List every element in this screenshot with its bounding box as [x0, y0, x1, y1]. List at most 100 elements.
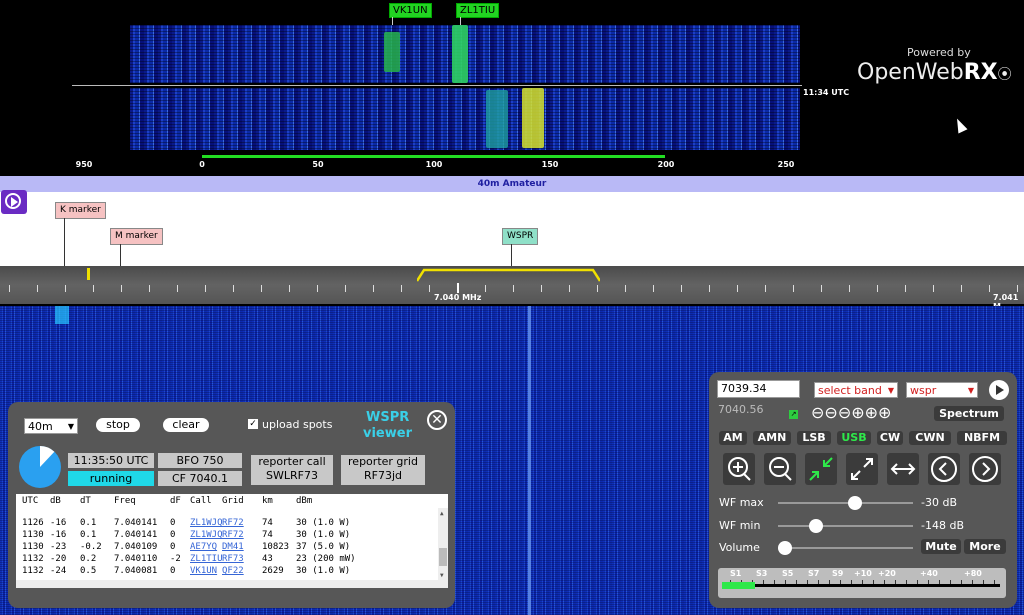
stop-button[interactable]: stop: [96, 418, 140, 432]
scroll-down-icon[interactable]: ▼: [440, 572, 444, 579]
mode-usb-button[interactable]: USB: [837, 431, 871, 445]
zoom-out-icon: [769, 457, 792, 481]
mute-button[interactable]: Mute: [921, 539, 961, 554]
mode-amn-button[interactable]: AMN: [753, 431, 791, 445]
spots-table[interactable]: UTC dB dT Freq dF Call Grid km dBm 1126 -16 0.1 7.0…: [16, 494, 448, 588]
callsign-link[interactable]: VK1UN: [190, 566, 217, 577]
progress-pie: [19, 446, 61, 488]
step-up-button[interactable]: [969, 453, 1001, 485]
waterfall-hotspot: [55, 306, 69, 324]
volume-knob[interactable]: [777, 541, 792, 555]
link-icon[interactable]: ↗: [789, 410, 798, 419]
zoom-in-icon: [728, 457, 751, 481]
table-cell: -20: [50, 554, 67, 564]
wspr-viewer-panel: 40m ▼ stop clear ✓ upload spots WSPR view…: [8, 402, 455, 608]
callsign-link[interactable]: ZL1WJQ: [190, 530, 223, 541]
close-icon[interactable]: ✕: [427, 410, 447, 430]
table-cell: 74: [262, 518, 273, 528]
scale-tick: [177, 285, 178, 292]
scale-tick: [597, 285, 598, 292]
mode-lsb-button[interactable]: LSB: [797, 431, 831, 445]
wf-min-slider[interactable]: [778, 519, 913, 533]
wf-max-slider[interactable]: [778, 496, 913, 510]
passband-indicator[interactable]: [417, 268, 600, 282]
callsign-label-vk1un[interactable]: VK1UN: [389, 3, 432, 18]
compress-arrows-icon: [809, 457, 833, 481]
scale-label-7040: 7.040 MHz: [434, 293, 482, 302]
grid-link[interactable]: RF72: [222, 530, 244, 541]
table-cell: 30 (1.0 W): [296, 518, 351, 528]
table-cell: 23 (200 mW): [296, 554, 356, 564]
upload-spots-checkbox[interactable]: ✓: [248, 419, 258, 429]
zoom-to-passband-button[interactable]: [805, 453, 837, 485]
bookmark-m-marker[interactable]: M marker: [110, 228, 163, 245]
table-cell: 43: [262, 554, 273, 564]
zoom-out-button[interactable]: [764, 453, 796, 485]
table-cell: 1130: [22, 530, 44, 540]
frequency-input[interactable]: 7039.34: [717, 380, 800, 398]
scale-tick: [905, 285, 906, 292]
callsign-link[interactable]: ZL1TIU: [190, 554, 223, 565]
table-hscrollbar[interactable]: [16, 580, 438, 588]
scale-tick: [429, 285, 430, 292]
table-cell: -24: [50, 566, 67, 576]
scale-tick: [457, 283, 459, 293]
zoom-full-button[interactable]: [846, 453, 878, 485]
grid-link[interactable]: RF72: [222, 518, 244, 529]
volume-label: Volume: [719, 541, 760, 554]
table-cell: 0.1: [80, 530, 97, 540]
zoom-in-button[interactable]: [723, 453, 755, 485]
mode-am-button[interactable]: AM: [719, 431, 747, 445]
openwebrx-logo: OpenWebRX⦿: [857, 60, 1012, 85]
s-meter-label: +40: [920, 569, 938, 578]
scale-tick: [261, 285, 262, 292]
callsign-link[interactable]: AE7YQ: [190, 542, 217, 553]
mode-nbfm-button[interactable]: NBFM: [957, 431, 1007, 445]
callsign-label-zl1tiu[interactable]: ZL1TIU: [456, 3, 500, 18]
grid-link[interactable]: DM41: [222, 542, 244, 553]
scroll-up-icon[interactable]: ▲: [440, 510, 444, 517]
s-meter-label: S1: [730, 569, 742, 578]
wspr-spectrogram: VK1UN ZL1TIU 11:34 UTC Powered by OpenWe…: [0, 0, 1024, 172]
bookmark-k-marker[interactable]: K marker: [55, 202, 106, 219]
table-cell: -2: [170, 554, 181, 564]
scale-tick: [401, 285, 402, 292]
spectrum-button[interactable]: Spectrum: [934, 406, 1004, 421]
wspr-band-select[interactable]: 40m ▼: [24, 418, 78, 434]
table-cell: 7.040109: [114, 542, 158, 552]
grid-link[interactable]: RF73: [222, 554, 244, 565]
swap-direction-button[interactable]: [887, 453, 919, 485]
s-meter-label: +10: [854, 569, 872, 578]
clear-button[interactable]: clear: [163, 418, 209, 432]
band-name-bar[interactable]: 40m Amateur: [0, 176, 1024, 192]
zoom-controls[interactable]: ⊖⊖⊖⊕⊕⊕: [811, 403, 891, 422]
more-button[interactable]: More: [964, 539, 1006, 554]
mode-cw-button[interactable]: CW: [877, 431, 903, 445]
scale-tick: [961, 285, 962, 292]
grid-link[interactable]: QF22: [222, 566, 244, 577]
wf-max-knob[interactable]: [847, 496, 862, 510]
chevron-down-icon: ▼: [887, 386, 894, 395]
scale-tick: [149, 285, 150, 292]
mode-cwn-button[interactable]: CWN: [909, 431, 951, 445]
play-button[interactable]: [1, 190, 27, 214]
step-down-button[interactable]: [928, 453, 960, 485]
band-select[interactable]: select band ▼: [814, 382, 898, 398]
scale-tick: [821, 285, 822, 292]
scrollbar-thumb[interactable]: [439, 548, 447, 566]
spectrogram-utc-time: 11:34 UTC: [803, 88, 850, 97]
scale-tick: [681, 285, 682, 292]
volume-slider[interactable]: [777, 541, 913, 555]
table-scrollbar[interactable]: ▲ ▼: [438, 508, 448, 588]
mode-select[interactable]: wspr ▼: [906, 382, 978, 398]
play-audio-button[interactable]: [989, 380, 1009, 400]
callsign-link[interactable]: ZL1WJQ: [190, 518, 223, 529]
callsign-pointer: [460, 17, 461, 25]
cf-field: CF 7040.1: [158, 471, 242, 486]
bookmark-wspr[interactable]: WSPR: [502, 228, 539, 245]
time-divider-line: [72, 85, 802, 86]
wf-min-knob[interactable]: [808, 519, 823, 533]
axis-label: 950: [75, 160, 93, 169]
table-row: 1130 -16 0.1 7.040141 0 ZL1WJQ RF72 74 30 (1.0 W…: [16, 530, 436, 541]
spectrogram-band-lower: [130, 88, 800, 150]
